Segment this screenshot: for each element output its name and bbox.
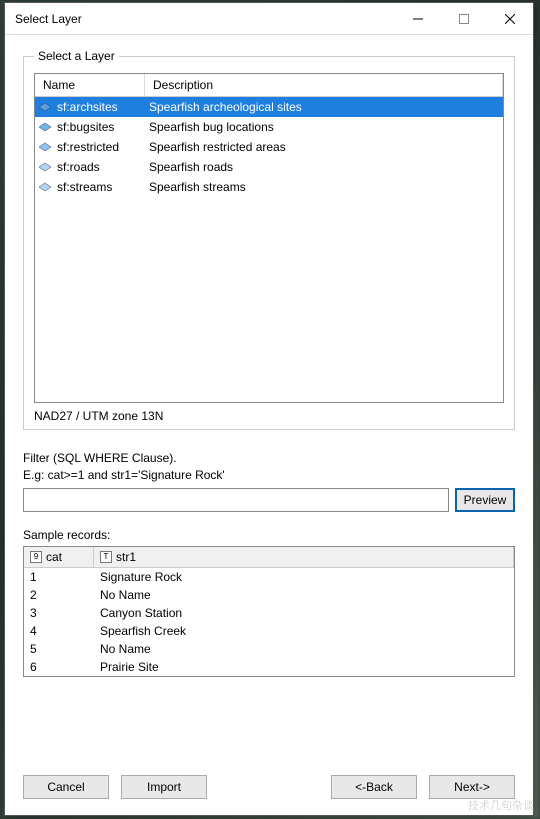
sample-str1: Prairie Site <box>94 658 514 676</box>
layer-row[interactable]: sf:roadsSpearfish roads <box>35 157 503 177</box>
sample-cat: 2 <box>24 586 94 604</box>
sample-cat: 1 <box>24 568 94 586</box>
sample-cat: 5 <box>24 640 94 658</box>
layer-row[interactable]: sf:archsitesSpearfish archeological site… <box>35 97 503 117</box>
layer-description: Spearfish restricted areas <box>145 140 503 154</box>
minimize-button[interactable] <box>395 3 441 35</box>
dialog-window: Select Layer Select a Layer Name Descrip… <box>4 2 534 816</box>
sample-header-str1[interactable]: T str1 <box>94 547 514 567</box>
layer-row[interactable]: sf:restrictedSpearfish restricted areas <box>35 137 503 157</box>
header-name[interactable]: Name <box>35 74 145 96</box>
layer-table-header: Name Description <box>35 74 503 97</box>
close-icon <box>505 14 515 24</box>
layer-description: Spearfish archeological sites <box>145 100 503 114</box>
layer-description: Spearfish roads <box>145 160 503 174</box>
layer-table[interactable]: Name Description sf:archsitesSpearfish a… <box>34 73 504 403</box>
layer-type-icon <box>35 162 55 172</box>
layer-type-icon <box>35 182 55 192</box>
layer-type-icon <box>35 142 55 152</box>
sample-table: 9 cat T str1 1Signature Rock2No Name3Can… <box>23 546 515 677</box>
layer-description: Spearfish streams <box>145 180 503 194</box>
sample-header-cat[interactable]: 9 cat <box>24 547 94 567</box>
layer-type-icon <box>35 102 55 112</box>
layer-name: sf:restricted <box>55 140 145 154</box>
text-type-icon: T <box>100 551 112 563</box>
filter-input[interactable] <box>23 488 449 512</box>
window-title: Select Layer <box>15 12 82 26</box>
maximize-icon <box>459 14 469 24</box>
layer-row[interactable]: sf:streamsSpearfish streams <box>35 177 503 197</box>
layer-description: Spearfish bug locations <box>145 120 503 134</box>
layer-name: sf:bugsites <box>55 120 145 134</box>
crs-label: NAD27 / UTM zone 13N <box>34 409 504 423</box>
numeric-type-icon: 9 <box>30 551 42 563</box>
close-button[interactable] <box>487 3 533 35</box>
sample-str1: No Name <box>94 640 514 658</box>
sample-row[interactable]: 2No Name <box>24 586 514 604</box>
titlebar: Select Layer <box>5 3 533 35</box>
layer-name: sf:roads <box>55 160 145 174</box>
import-button[interactable]: Import <box>121 775 207 799</box>
filter-label: Filter (SQL WHERE Clause). E.g: cat>=1 a… <box>23 450 515 484</box>
fieldset-legend: Select a Layer <box>34 49 119 63</box>
layer-name: sf:archsites <box>55 100 145 114</box>
sample-row[interactable]: 5No Name <box>24 640 514 658</box>
sample-row[interactable]: 3Canyon Station <box>24 604 514 622</box>
sample-label: Sample records: <box>23 528 515 542</box>
next-button[interactable]: Next-> <box>429 775 515 799</box>
button-bar: Cancel Import <-Back Next-> <box>5 765 533 815</box>
sample-row[interactable]: 4Spearfish Creek <box>24 622 514 640</box>
maximize-button[interactable] <box>441 3 487 35</box>
sample-str1: No Name <box>94 586 514 604</box>
cancel-button[interactable]: Cancel <box>23 775 109 799</box>
sample-row[interactable]: 1Signature Rock <box>24 568 514 586</box>
sample-cat: 6 <box>24 658 94 676</box>
preview-button[interactable]: Preview <box>455 488 515 512</box>
sample-str1: Signature Rock <box>94 568 514 586</box>
layer-name: sf:streams <box>55 180 145 194</box>
header-description[interactable]: Description <box>145 74 503 96</box>
sample-cat: 4 <box>24 622 94 640</box>
layer-fieldset: Select a Layer Name Description sf:archs… <box>23 49 515 430</box>
sample-row[interactable]: 6Prairie Site <box>24 658 514 676</box>
sample-str1: Canyon Station <box>94 604 514 622</box>
watermark: 技术几句杂谈 <box>468 797 534 813</box>
sample-str1: Spearfish Creek <box>94 622 514 640</box>
layer-row[interactable]: sf:bugsitesSpearfish bug locations <box>35 117 503 137</box>
layer-type-icon <box>35 122 55 132</box>
minimize-icon <box>413 14 423 24</box>
sample-cat: 3 <box>24 604 94 622</box>
back-button[interactable]: <-Back <box>331 775 417 799</box>
